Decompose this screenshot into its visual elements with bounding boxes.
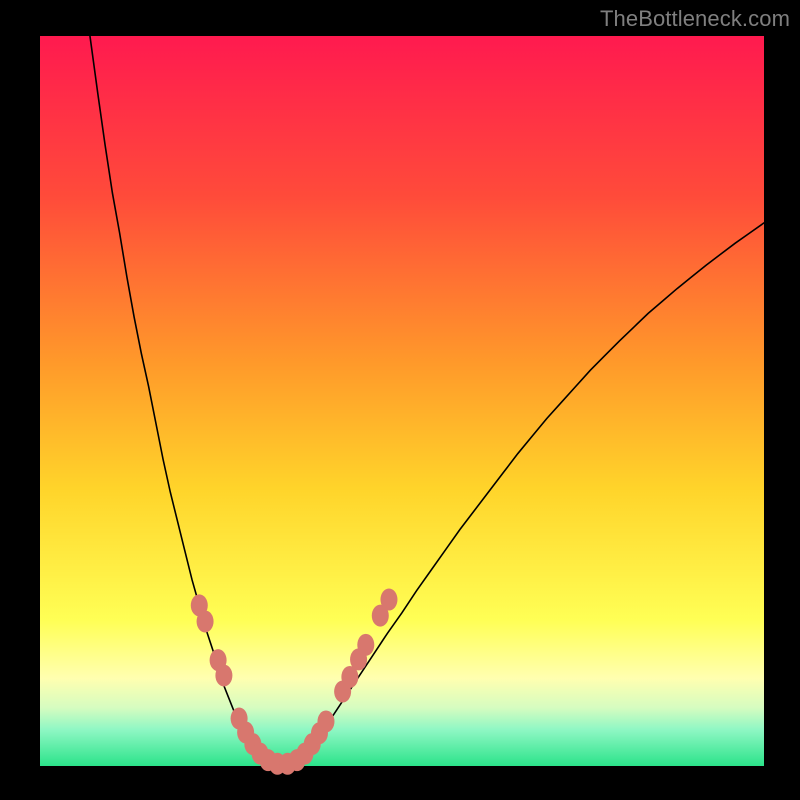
curve-marker <box>357 634 374 656</box>
bottleneck-chart <box>0 0 800 800</box>
curve-marker <box>317 710 334 732</box>
curve-marker <box>380 589 397 611</box>
curve-marker <box>197 610 214 632</box>
plot-background <box>40 36 764 766</box>
chart-canvas: TheBottleneck.com <box>0 0 800 800</box>
watermark-text: TheBottleneck.com <box>600 6 790 32</box>
curve-marker <box>215 664 232 686</box>
